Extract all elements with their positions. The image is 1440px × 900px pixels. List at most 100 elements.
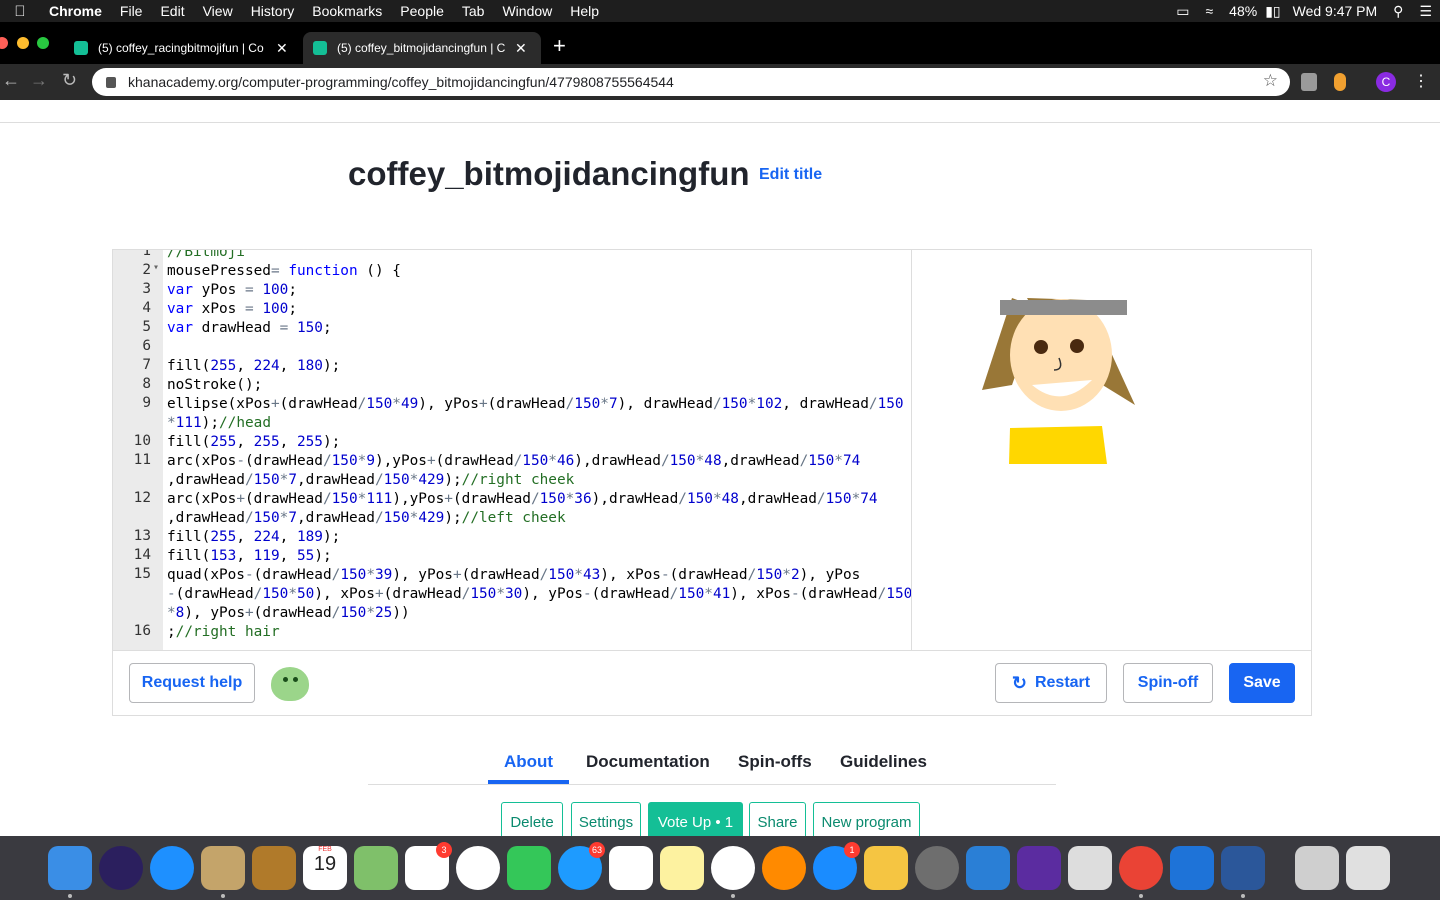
notification-center-icon[interactable]: ☰ xyxy=(1411,3,1440,20)
close-tab-icon[interactable]: ✕ xyxy=(515,40,527,57)
reload-icon[interactable]: ↻ xyxy=(62,70,77,91)
minimize-window-button[interactable] xyxy=(17,37,29,49)
books-icon[interactable] xyxy=(762,846,806,890)
roblox-studio-icon[interactable] xyxy=(1170,846,1214,890)
code-line[interactable]: 6 xyxy=(113,338,911,357)
code-line[interactable]: ,drawHead/150*7,drawHead/150*429);//left… xyxy=(113,509,911,528)
code-line[interactable]: 13 fill(255, 224, 189); xyxy=(113,528,911,547)
browser-toolbar: ← → ↻ khanacademy.org/computer-programmi… xyxy=(0,64,1440,100)
code-line[interactable]: -(drawHead/150*50), xPos+(drawHead/150*3… xyxy=(113,585,911,604)
code-text: ,drawHead/150*7,drawHead/150*429);//righ… xyxy=(167,472,575,488)
calendar-month: FEB xyxy=(318,846,332,853)
request-help-button[interactable]: Request help xyxy=(129,663,255,703)
code-line[interactable]: 3 var yPos = 100; xyxy=(113,281,911,300)
menu-history[interactable]: History xyxy=(242,0,304,22)
close-tab-icon[interactable]: ✕ xyxy=(276,40,288,57)
browser-tab-1[interactable]: (5) coffey_racingbitmojifun | Co ✕ xyxy=(64,32,298,64)
code-line[interactable]: 1 //Bitmoji xyxy=(113,250,911,262)
code-line[interactable]: 4 var xPos = 100; xyxy=(113,300,911,319)
code-line[interactable]: 16 ;//right hair xyxy=(113,623,911,642)
tab-documentation[interactable]: Documentation xyxy=(586,752,710,772)
trash-icon[interactable] xyxy=(1346,846,1390,890)
menu-tab[interactable]: Tab xyxy=(453,0,494,22)
code-line[interactable]: 15 quad(xPos-(drawHead/150*39), yPos+(dra… xyxy=(113,566,911,585)
tab-about[interactable]: About xyxy=(504,752,553,772)
menu-chrome[interactable]: Chrome xyxy=(40,0,111,22)
program-editor: 1 //Bitmoji 2 ▾ mousePressed= function () {3… xyxy=(112,249,1312,716)
word-icon[interactable] xyxy=(1221,846,1265,890)
code-line[interactable]: 5 var drawHead = 150; xyxy=(113,319,911,338)
menu-people[interactable]: People xyxy=(391,0,453,22)
code-line[interactable]: ,drawHead/150*7,drawHead/150*429);//righ… xyxy=(113,471,911,490)
facetime-icon[interactable] xyxy=(507,846,551,890)
pages-icon[interactable] xyxy=(864,846,908,890)
khan-academy-favicon-icon xyxy=(313,41,327,55)
notes-icon[interactable] xyxy=(660,846,704,890)
menu-view[interactable]: View xyxy=(194,0,242,22)
spotlight-search-icon[interactable]: ⚲ xyxy=(1385,3,1411,20)
battery-icon[interactable]: ▮▯ xyxy=(1265,3,1284,20)
extension-icon[interactable] xyxy=(1334,73,1346,91)
chrome-icon[interactable] xyxy=(1119,846,1163,890)
imovie-icon[interactable] xyxy=(1017,846,1061,890)
safari-icon[interactable] xyxy=(150,846,194,890)
wifi-icon[interactable]: ≈ xyxy=(1197,3,1221,19)
spin-off-button[interactable]: Spin-off xyxy=(1123,663,1213,703)
maps-icon[interactable] xyxy=(354,846,398,890)
code-line[interactable]: 11 arc(xPos-(drawHead/150*9),yPos+(drawHe… xyxy=(113,452,911,471)
numbers-icon[interactable] xyxy=(609,846,653,890)
chrome-menu-icon[interactable]: ⋮ xyxy=(1413,71,1429,91)
menu-window[interactable]: Window xyxy=(493,0,561,22)
photo-booth-icon[interactable] xyxy=(201,846,245,890)
line-number: 4 xyxy=(142,300,151,316)
browser-tab-2[interactable]: (5) coffey_bitmojidancingfun | C ✕ xyxy=(303,32,541,64)
close-window-button[interactable] xyxy=(0,37,8,49)
code-line[interactable]: 2 ▾ mousePressed= function () { xyxy=(113,262,911,281)
bookmark-star-icon[interactable]: ☆ xyxy=(1263,71,1278,91)
keynote-icon[interactable] xyxy=(966,846,1010,890)
address-bar[interactable]: khanacademy.org/computer-programming/cof… xyxy=(92,68,1290,96)
back-icon[interactable]: ← xyxy=(2,70,20,91)
photos-icon[interactable] xyxy=(456,846,500,890)
code-line[interactable]: 8 noStroke(); xyxy=(113,376,911,395)
code-line[interactable]: 10 fill(255, 255, 255); xyxy=(113,433,911,452)
avatar xyxy=(271,667,309,701)
menu-file[interactable]: File xyxy=(111,0,152,22)
output-canvas[interactable] xyxy=(911,250,1312,650)
tab-spin-offs[interactable]: Spin-offs xyxy=(738,752,812,772)
menu-edit[interactable]: Edit xyxy=(151,0,193,22)
code-line[interactable]: 7 fill(255, 224, 180); xyxy=(113,357,911,376)
new-tab-button[interactable]: + xyxy=(553,33,566,59)
itunes-icon[interactable] xyxy=(711,846,755,890)
contacts-icon[interactable] xyxy=(252,846,296,890)
roblox-icon[interactable] xyxy=(1068,846,1112,890)
fold-toggle-icon[interactable]: ▾ xyxy=(153,262,159,273)
code-line[interactable]: *111);//head xyxy=(113,414,911,433)
code-line[interactable]: 12 arc(xPos+(drawHead/150*111),yPos+(draw… xyxy=(113,490,911,509)
calendar-icon[interactable]: FEB 19 xyxy=(303,846,347,890)
url-text[interactable]: khanacademy.org/computer-programming/cof… xyxy=(128,74,674,90)
zoom-window-button[interactable] xyxy=(37,37,49,49)
code-editor[interactable]: 1 //Bitmoji 2 ▾ mousePressed= function () {3… xyxy=(113,250,911,650)
airplay-icon[interactable]: ▭ xyxy=(1168,3,1197,20)
finder-icon[interactable] xyxy=(48,846,92,890)
code-line[interactable]: 14 fill(153, 119, 55); xyxy=(113,547,911,566)
save-button[interactable]: Save xyxy=(1229,663,1295,703)
apple-menu-icon[interactable]:  xyxy=(0,3,40,20)
forward-icon[interactable]: → xyxy=(30,70,48,91)
tab-guidelines[interactable]: Guidelines xyxy=(840,752,927,772)
profile-avatar[interactable]: C xyxy=(1376,72,1396,92)
edit-title-link[interactable]: Edit title xyxy=(759,166,822,184)
code-line[interactable]: 9 ellipse(xPos+(drawHead/150*49), yPos+(d… xyxy=(113,395,911,414)
page-content: coffey_bitmojidancingfun Edit title 1 //B… xyxy=(0,100,1440,842)
code-line[interactable]: *8), yPos+(drawHead/150*25)) xyxy=(113,604,911,623)
siri-icon[interactable] xyxy=(99,846,143,890)
menu-help[interactable]: Help xyxy=(561,0,608,22)
clock[interactable]: Wed 9:47 PM xyxy=(1285,3,1386,19)
menu-bookmarks[interactable]: Bookmarks xyxy=(303,0,391,22)
system-preferences-icon[interactable] xyxy=(915,846,959,890)
avatar-eye xyxy=(283,677,288,682)
extension-icon[interactable] xyxy=(1301,73,1317,91)
downloads-folder-icon[interactable] xyxy=(1295,846,1339,890)
restart-button[interactable]: ↻ Restart xyxy=(995,663,1107,703)
